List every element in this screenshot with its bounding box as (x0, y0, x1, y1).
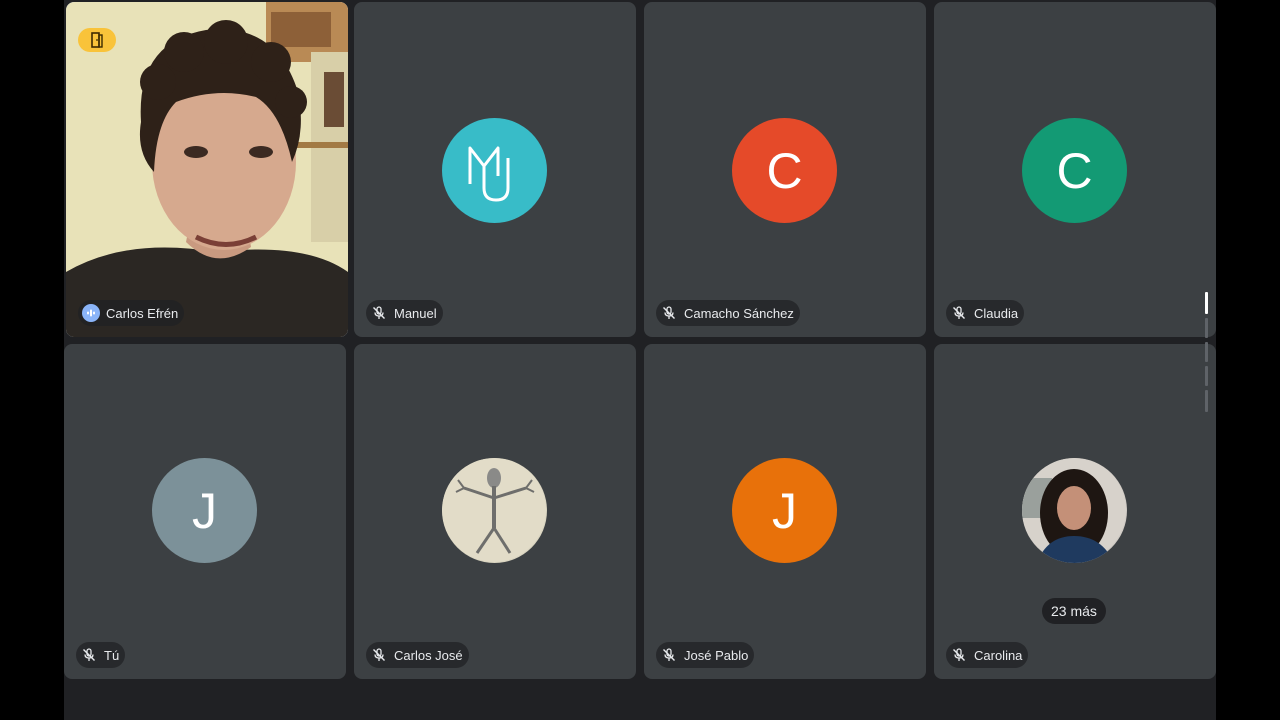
avatar (442, 458, 547, 563)
mic-off-icon (370, 304, 388, 322)
participant-tile-manuel[interactable]: Manuel (354, 2, 636, 337)
participant-name: Manuel (394, 305, 437, 321)
participant-name: José Pablo (684, 647, 749, 663)
participant-nametag: Tú (76, 642, 126, 668)
participant-name: Claudia (974, 305, 1019, 321)
mic-off-icon (370, 646, 388, 664)
participant-tile-carlos-jose[interactable]: Carlos José (354, 344, 636, 679)
avatar (1022, 458, 1127, 563)
avatar (442, 118, 547, 223)
participant-nametag: Carlos Efrén (78, 300, 185, 326)
mic-off-icon (950, 646, 968, 664)
meeting-grid: Carlos Efrén Manuel C Camacho Sánchez C … (64, 0, 1216, 720)
participant-tile-carolina[interactable]: 23 más Carolina (934, 344, 1216, 679)
page-indicator[interactable] (1205, 390, 1208, 412)
more-participants-button[interactable]: 23 más (1042, 598, 1106, 624)
avatar: J (152, 458, 257, 563)
mic-off-icon (660, 304, 678, 322)
mic-off-icon (660, 646, 678, 664)
participant-name: Carlos José (394, 647, 463, 663)
participant-tile-carlos-efren[interactable]: Carlos Efrén (66, 2, 348, 337)
participant-nametag: José Pablo (656, 642, 755, 668)
participant-nametag: Carlos José (366, 642, 469, 668)
door-icon (91, 32, 103, 48)
participant-nametag: Manuel (366, 300, 443, 326)
avatar: C (732, 118, 837, 223)
profile-photo (1022, 458, 1126, 563)
participant-tile-claudia[interactable]: C Claudia (934, 2, 1216, 337)
page-indicator-active[interactable] (1205, 292, 1208, 314)
participant-name: Carolina (974, 647, 1023, 663)
participant-tile-self[interactable]: J Tú (64, 344, 346, 679)
speaking-indicator-icon (82, 304, 100, 322)
room-badge (78, 28, 116, 52)
page-indicator[interactable] (1205, 342, 1208, 362)
participant-tile-camacho-sanchez[interactable]: C Camacho Sánchez (644, 2, 926, 337)
participant-tile-jose-pablo[interactable]: J José Pablo (644, 344, 926, 679)
participant-name: Camacho Sánchez (684, 305, 794, 321)
profile-photo (442, 458, 546, 562)
avatar: J (732, 458, 837, 563)
avatar: C (1022, 118, 1127, 223)
mic-off-icon (80, 646, 98, 664)
participant-nametag: Claudia (946, 300, 1025, 326)
participant-video (66, 2, 348, 337)
page-indicator[interactable] (1205, 318, 1208, 338)
participant-nametag: Camacho Sánchez (656, 300, 800, 326)
participant-name: Carlos Efrén (106, 305, 179, 321)
mj-logo-icon (468, 146, 509, 202)
mic-off-icon (950, 304, 968, 322)
page-indicator[interactable] (1205, 366, 1208, 386)
participant-name: Tú (104, 647, 120, 663)
participant-nametag: Carolina (946, 642, 1029, 668)
